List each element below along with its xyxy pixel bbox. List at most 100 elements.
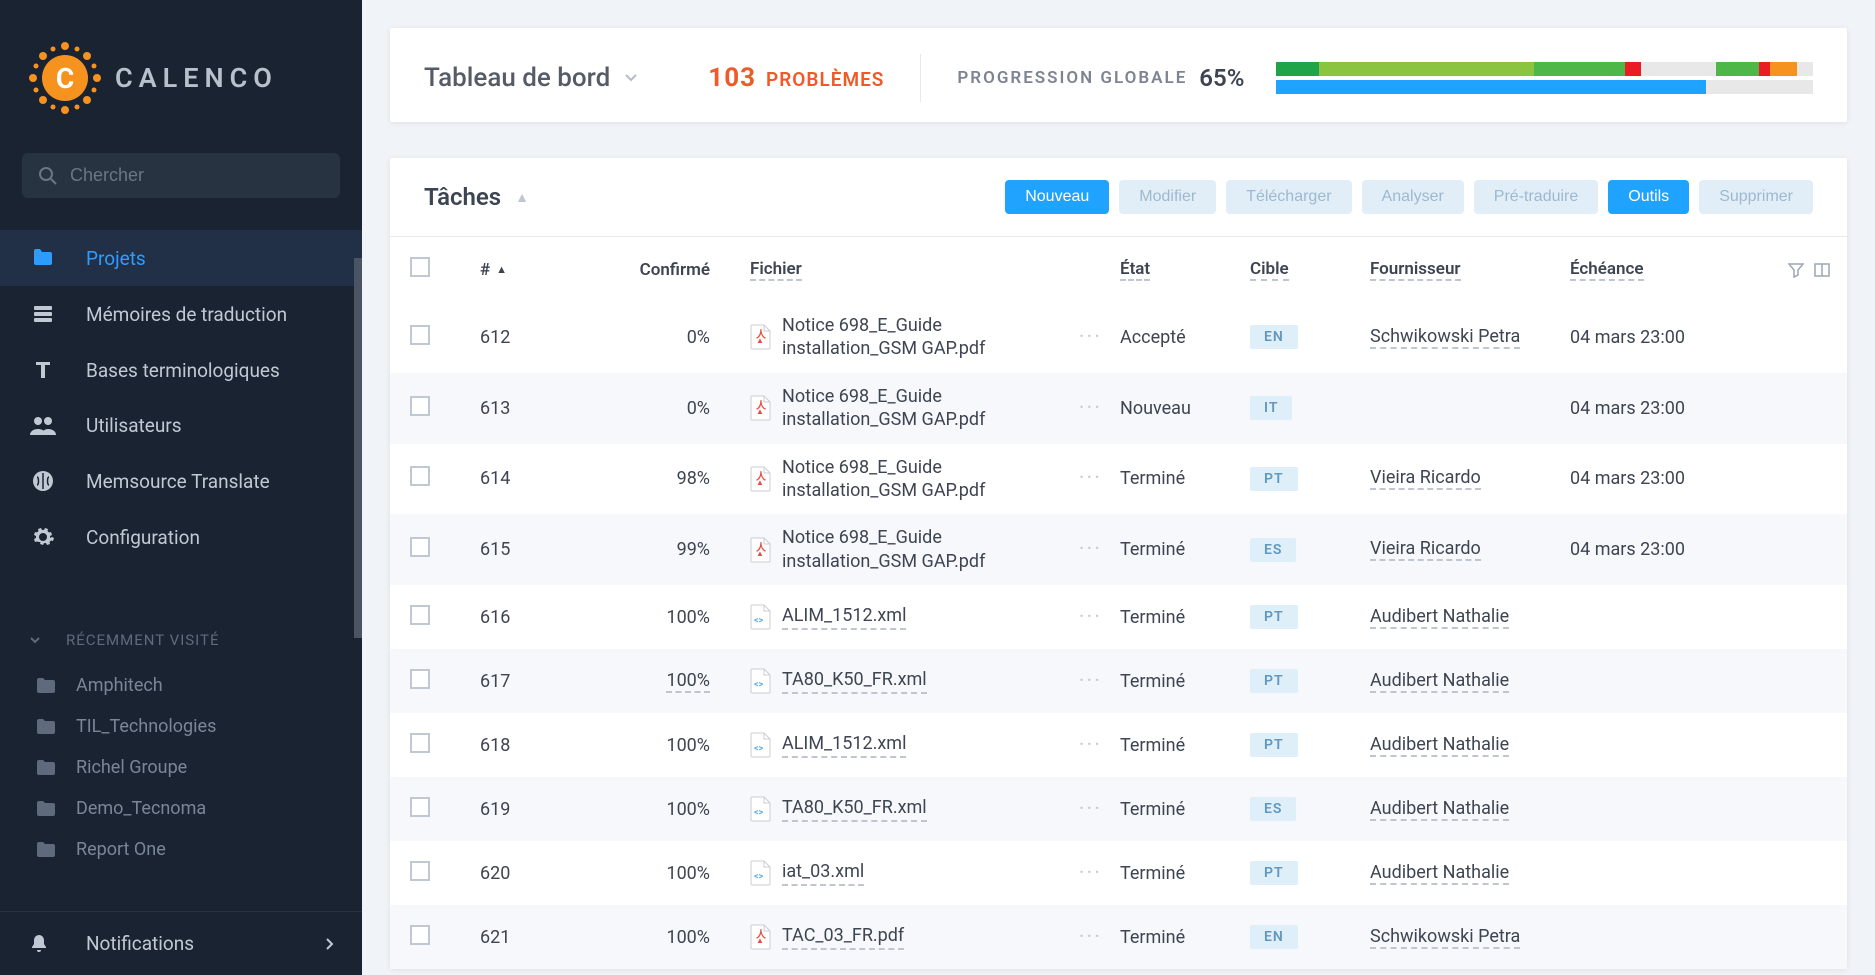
sidebar-item-utilisateurs[interactable]: Utilisateurs <box>0 398 362 453</box>
row-checkbox[interactable] <box>410 669 480 694</box>
row-file[interactable]: <> ALIM_1512.xml ··· <box>750 604 1120 630</box>
more-icon[interactable]: ··· <box>1079 605 1120 630</box>
th-state[interactable]: État <box>1120 259 1250 281</box>
modifier-button: Modifier <box>1119 180 1216 214</box>
actions: NouveauModifierTéléchargerAnalyserPré-tr… <box>1005 180 1813 214</box>
row-checkbox[interactable] <box>410 466 480 491</box>
row-checkbox[interactable] <box>410 537 480 562</box>
sidebar-item-bases-terminologiques[interactable]: Bases terminologiques <box>0 342 362 398</box>
table-header: # ▲ Confirmé Fichier État Cible Fourniss… <box>390 237 1847 302</box>
table-row[interactable]: 612 0% ▲人 Notice 698_E_Guide installatio… <box>390 302 1847 373</box>
row-file[interactable]: ▲人 Notice 698_E_Guide installation_GSM G… <box>750 385 1120 432</box>
table-row[interactable]: 621 100% ▲人 TAC_03_FR.pdf ··· Terminé EN… <box>390 905 1847 969</box>
recent-item[interactable]: Demo_Tecnoma <box>0 788 362 829</box>
table-row[interactable]: 614 98% ▲人 Notice 698_E_Guide installati… <box>390 444 1847 515</box>
filter-icon[interactable] <box>1788 262 1804 278</box>
table-body: 612 0% ▲人 Notice 698_E_Guide installatio… <box>390 302 1847 969</box>
sidebar-item-mémoires-de-traduction[interactable]: Mémoires de traduction <box>0 286 362 342</box>
xml-file-icon: <> <box>750 860 772 886</box>
row-file[interactable]: <> ALIM_1512.xml ··· <box>750 732 1120 758</box>
sidebar-item-projets[interactable]: Projets <box>0 230 362 286</box>
th-target[interactable]: Cible <box>1250 259 1370 281</box>
more-icon[interactable]: ··· <box>1079 925 1120 950</box>
lang-badge: PT <box>1250 733 1298 757</box>
row-checkbox[interactable] <box>410 797 480 822</box>
row-file[interactable]: <> TA80_K50_FR.xml ··· <box>750 668 1120 694</box>
row-checkbox[interactable] <box>410 925 480 950</box>
table-row[interactable]: 617 100% <> TA80_K50_FR.xml ··· Terminé … <box>390 649 1847 713</box>
row-confirm: 99% <box>580 539 750 560</box>
row-file[interactable]: ▲人 Notice 698_E_Guide installation_GSM G… <box>750 456 1120 503</box>
sidebar-item-label: Mémoires de traduction <box>86 303 287 326</box>
th-checkbox[interactable] <box>410 257 480 282</box>
sidebar-scrollbar[interactable] <box>354 258 362 638</box>
main-content: Tableau de bord 103 PROBLÈMES PROGRESSIO… <box>362 0 1875 975</box>
recent-section-header[interactable]: RÉCEMMENT VISITÉ <box>0 615 362 665</box>
row-confirm: 98% <box>580 468 750 489</box>
th-provider[interactable]: Fournisseur <box>1370 259 1570 281</box>
th-number[interactable]: # ▲ <box>480 260 580 280</box>
search-icon <box>38 166 58 186</box>
bell-icon <box>28 933 58 955</box>
row-checkbox[interactable] <box>410 733 480 758</box>
table-row[interactable]: 615 99% ▲人 Notice 698_E_Guide installati… <box>390 514 1847 585</box>
recent-item[interactable]: TIL_Technologies <box>0 706 362 747</box>
more-icon[interactable]: ··· <box>1079 396 1120 421</box>
problems-indicator[interactable]: 103 PROBLÈMES <box>708 63 884 93</box>
row-checkbox[interactable] <box>410 861 480 886</box>
row-state: Terminé <box>1120 863 1250 884</box>
more-icon[interactable]: ··· <box>1079 733 1120 758</box>
outils-button[interactable]: Outils <box>1608 180 1689 214</box>
table-row[interactable]: 613 0% ▲人 Notice 698_E_Guide installatio… <box>390 373 1847 444</box>
row-file[interactable]: ▲人 Notice 698_E_Guide installation_GSM G… <box>750 314 1120 361</box>
row-target: ES <box>1250 797 1370 821</box>
file-name: iat_03.xml <box>782 860 864 885</box>
table-row[interactable]: 618 100% <> ALIM_1512.xml ··· Terminé PT… <box>390 713 1847 777</box>
row-checkbox[interactable] <box>410 325 480 350</box>
nav: Projets Mémoires de traduction Bases termi… <box>0 222 362 565</box>
recent-item[interactable]: Richel Groupe <box>0 747 362 788</box>
columns-icon[interactable] <box>1814 262 1830 278</box>
tasks-title[interactable]: Tâches ▲ <box>424 183 529 211</box>
tasks-header: Tâches ▲ NouveauModifierTéléchargerAnaly… <box>390 158 1847 237</box>
xml-file-icon: <> <box>750 732 772 758</box>
row-file[interactable]: ▲人 Notice 698_E_Guide installation_GSM G… <box>750 526 1120 573</box>
recent-item[interactable]: Report One <box>0 829 362 870</box>
nouveau-button[interactable]: Nouveau <box>1005 180 1109 214</box>
more-icon[interactable]: ··· <box>1079 325 1120 350</box>
sidebar-item-memsource-translate[interactable]: Memsource Translate <box>0 453 362 509</box>
more-icon[interactable]: ··· <box>1079 861 1120 886</box>
notifications[interactable]: Notifications <box>0 911 362 975</box>
row-checkbox[interactable] <box>410 396 480 421</box>
problems-label: PROBLÈMES <box>766 68 884 91</box>
th-deadline[interactable]: Échéance <box>1570 259 1770 281</box>
row-number: 617 <box>480 671 580 692</box>
search-input[interactable] <box>70 165 324 186</box>
chevron-down-icon <box>624 73 638 83</box>
chevron-right-icon <box>324 937 334 951</box>
th-file[interactable]: Fichier <box>750 259 1120 281</box>
search-box[interactable] <box>22 153 340 198</box>
sidebar-item-configuration[interactable]: Configuration <box>0 509 362 565</box>
row-file[interactable]: <> TA80_K50_FR.xml ··· <box>750 796 1120 822</box>
recent-item-label: TIL_Technologies <box>76 716 216 737</box>
table-row[interactable]: 620 100% <> iat_03.xml ··· Terminé PT Au… <box>390 841 1847 905</box>
recent-item[interactable]: Amphitech <box>0 665 362 706</box>
divider <box>920 54 921 102</box>
xml-file-icon: <> <box>750 796 772 822</box>
row-checkbox[interactable] <box>410 605 480 630</box>
svg-text:<>: <> <box>754 744 764 754</box>
page-title-dropdown[interactable]: Tableau de bord <box>424 63 638 93</box>
table-row[interactable]: 619 100% <> TA80_K50_FR.xml ··· Terminé … <box>390 777 1847 841</box>
db-icon <box>28 302 58 326</box>
gear-icon <box>28 525 58 549</box>
more-icon[interactable]: ··· <box>1079 537 1120 562</box>
problems-count: 103 <box>708 63 756 93</box>
table-row[interactable]: 616 100% <> ALIM_1512.xml ··· Terminé PT… <box>390 585 1847 649</box>
more-icon[interactable]: ··· <box>1079 669 1120 694</box>
th-confirm[interactable]: Confirmé <box>580 260 750 280</box>
more-icon[interactable]: ··· <box>1079 466 1120 491</box>
more-icon[interactable]: ··· <box>1079 797 1120 822</box>
row-file[interactable]: <> iat_03.xml ··· <box>750 860 1120 886</box>
row-file[interactable]: ▲人 TAC_03_FR.pdf ··· <box>750 924 1120 950</box>
